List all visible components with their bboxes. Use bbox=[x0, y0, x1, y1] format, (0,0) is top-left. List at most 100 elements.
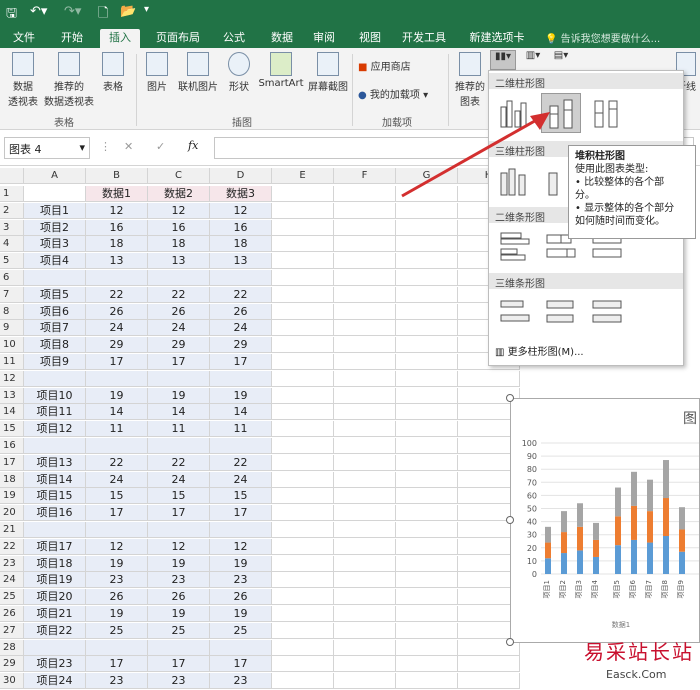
grid-cell[interactable]: 12 bbox=[210, 538, 272, 555]
row-header[interactable]: 5 bbox=[0, 253, 24, 270]
grid-cell[interactable]: 23 bbox=[210, 572, 272, 589]
row-header[interactable]: 29 bbox=[0, 656, 24, 673]
grid-cell[interactable] bbox=[24, 270, 86, 286]
grid-cell[interactable] bbox=[272, 303, 334, 320]
grid-cell[interactable] bbox=[272, 186, 334, 202]
grid-cell[interactable] bbox=[272, 337, 334, 354]
grid-cell[interactable] bbox=[396, 286, 458, 303]
grid-cell[interactable] bbox=[272, 538, 334, 555]
bar-chart-dropdown[interactable]: ▥▾ bbox=[520, 50, 546, 61]
grid-cell[interactable] bbox=[458, 673, 520, 690]
grid-cell[interactable] bbox=[272, 639, 334, 656]
row-header[interactable]: 24 bbox=[0, 572, 24, 589]
grid-cell[interactable]: 11 bbox=[210, 421, 272, 438]
grid-cell[interactable]: 22 bbox=[148, 454, 210, 471]
check-icon[interactable]: ✓ bbox=[156, 140, 165, 153]
column-chart-dropdown[interactable]: ▮▮▾ bbox=[490, 50, 516, 70]
grid-cell[interactable] bbox=[334, 320, 396, 337]
grid-cell[interactable] bbox=[148, 438, 210, 454]
grid-cell[interactable] bbox=[272, 370, 334, 387]
grid-cell[interactable] bbox=[86, 522, 148, 538]
grid-cell[interactable] bbox=[210, 522, 272, 538]
grid-cell[interactable] bbox=[210, 370, 272, 387]
grid-cell[interactable] bbox=[334, 404, 396, 421]
row-header[interactable]: 13 bbox=[0, 387, 24, 404]
grid-cell[interactable]: 17 bbox=[210, 656, 272, 673]
grid-cell[interactable] bbox=[334, 202, 396, 219]
grid-cell[interactable] bbox=[272, 219, 334, 236]
row-header[interactable]: 25 bbox=[0, 589, 24, 606]
grid-cell[interactable]: 29 bbox=[210, 337, 272, 354]
row-header[interactable]: 23 bbox=[0, 555, 24, 572]
tell-me-box[interactable]: 💡 告诉我您想要做什么... bbox=[545, 30, 660, 45]
grid-cell[interactable] bbox=[334, 589, 396, 606]
grid-cell[interactable] bbox=[24, 186, 86, 202]
grid-cell[interactable] bbox=[272, 488, 334, 505]
grid-cell[interactable] bbox=[272, 354, 334, 370]
grid-cell[interactable]: 项目10 bbox=[24, 387, 86, 404]
grid-cell[interactable]: 17 bbox=[210, 505, 272, 522]
grid-cell[interactable]: 25 bbox=[86, 622, 148, 639]
resize-handle[interactable] bbox=[506, 394, 514, 402]
shapes-button[interactable]: 形状 bbox=[224, 52, 254, 93]
pivot-table-button[interactable]: 数据 透视表 bbox=[4, 52, 42, 108]
grid-cell[interactable] bbox=[24, 370, 86, 387]
grid-cell[interactable] bbox=[272, 505, 334, 522]
row-header[interactable]: 9 bbox=[0, 320, 24, 337]
grid-cell[interactable] bbox=[334, 421, 396, 438]
row-header[interactable]: 19 bbox=[0, 488, 24, 505]
grid-cell[interactable] bbox=[334, 438, 396, 454]
grid-cell[interactable] bbox=[334, 186, 396, 202]
grid-cell[interactable]: 17 bbox=[86, 656, 148, 673]
grid-cell[interactable]: 项目4 bbox=[24, 253, 86, 270]
grid-cell[interactable]: 22 bbox=[86, 286, 148, 303]
open-icon[interactable]: 📂 bbox=[120, 4, 136, 19]
grid-cell[interactable] bbox=[272, 387, 334, 404]
grid-cell[interactable]: 29 bbox=[86, 337, 148, 354]
grid-cell[interactable] bbox=[396, 303, 458, 320]
store-button[interactable]: ■ 应用商店 bbox=[358, 58, 428, 73]
grid-cell[interactable]: 12 bbox=[210, 202, 272, 219]
name-box[interactable]: 图表 4 ▾ bbox=[4, 137, 90, 159]
grid-cell[interactable] bbox=[396, 387, 458, 404]
grid-cell[interactable] bbox=[86, 370, 148, 387]
grid-cell[interactable]: 25 bbox=[148, 622, 210, 639]
recommended-pivot-button[interactable]: 推荐的 数据透视表 bbox=[42, 52, 96, 108]
grid-cell[interactable] bbox=[396, 337, 458, 354]
grid-cell[interactable]: 项目19 bbox=[24, 572, 86, 589]
row-header[interactable]: 7 bbox=[0, 286, 24, 303]
resize-handle[interactable] bbox=[506, 638, 514, 646]
tab-review[interactable]: 审阅 bbox=[304, 29, 344, 48]
grid-cell[interactable] bbox=[148, 522, 210, 538]
grid-cell[interactable]: 11 bbox=[148, 421, 210, 438]
grid-cell[interactable] bbox=[458, 656, 520, 673]
clustered-bar-option[interactable] bbox=[495, 227, 535, 267]
grid-cell[interactable]: 17 bbox=[148, 656, 210, 673]
grid-cell[interactable] bbox=[396, 505, 458, 522]
grid-cell[interactable] bbox=[396, 370, 458, 387]
grid-cell[interactable]: 项目12 bbox=[24, 421, 86, 438]
grid-cell[interactable] bbox=[272, 421, 334, 438]
grid-cell[interactable]: 24 bbox=[148, 320, 210, 337]
grid-cell[interactable]: 项目2 bbox=[24, 219, 86, 236]
grid-cell[interactable]: 14 bbox=[148, 404, 210, 421]
table-button[interactable]: 表格 bbox=[98, 52, 128, 93]
grid-cell[interactable] bbox=[24, 522, 86, 538]
row-header[interactable]: 8 bbox=[0, 303, 24, 320]
grid-cell[interactable]: 13 bbox=[148, 253, 210, 270]
grid-cell[interactable] bbox=[396, 438, 458, 454]
grid-cell[interactable]: 19 bbox=[148, 555, 210, 572]
grid-cell[interactable] bbox=[396, 656, 458, 673]
grid-cell[interactable]: 17 bbox=[210, 354, 272, 370]
grid-cell[interactable]: 项目21 bbox=[24, 606, 86, 622]
grid-cell[interactable] bbox=[272, 202, 334, 219]
grid-cell[interactable] bbox=[334, 673, 396, 690]
grid-cell[interactable]: 项目3 bbox=[24, 236, 86, 253]
grid-cell[interactable] bbox=[334, 622, 396, 639]
grid-cell[interactable]: 项目6 bbox=[24, 303, 86, 320]
grid-cell[interactable]: 19 bbox=[86, 606, 148, 622]
grid-cell[interactable] bbox=[334, 505, 396, 522]
tab-new[interactable]: 新建选项卡 bbox=[462, 29, 532, 48]
grid-cell[interactable]: 24 bbox=[210, 320, 272, 337]
grid-cell[interactable]: 22 bbox=[210, 286, 272, 303]
